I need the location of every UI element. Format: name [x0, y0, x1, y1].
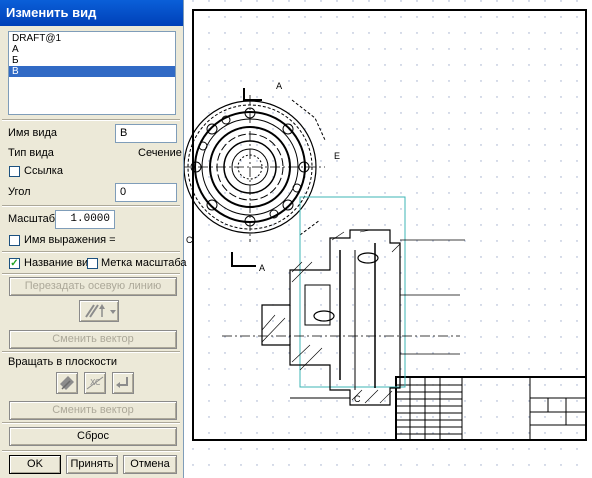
- vector-arrow-icon: [85, 304, 116, 318]
- divider: [2, 205, 180, 207]
- rotate-arrow-icon: [116, 377, 128, 388]
- redefine-axis-button[interactable]: Перезадать осевую линию: [9, 277, 177, 296]
- divider: [2, 273, 180, 275]
- vector-dropdown-button[interactable]: [79, 300, 119, 322]
- cancel-button[interactable]: Отмена: [123, 455, 177, 474]
- expression-name-label: Имя выражения =: [24, 234, 116, 246]
- view-name-label: Имя вида: [8, 127, 58, 139]
- divider: [2, 450, 180, 452]
- section-label-c-left: С: [186, 235, 193, 245]
- view-type-value: Сечение: [138, 147, 182, 159]
- section-label-a-bottom: А: [259, 263, 265, 273]
- change-vector-button-2[interactable]: Сменить вектор: [9, 401, 177, 420]
- change-view-dialog: Изменить вид DRAFT@1 А Б В Имя вида В Ти…: [0, 0, 187, 478]
- link-checkbox[interactable]: [9, 166, 20, 177]
- angle-label: Угол: [8, 186, 31, 198]
- reset-button[interactable]: Сброс: [9, 427, 177, 446]
- view-type-label: Тип вида: [8, 147, 54, 159]
- section-label-a-top: А: [276, 82, 283, 92]
- rotate-arrow-button[interactable]: [112, 372, 134, 394]
- section-label-c-bottom: С: [354, 394, 361, 404]
- section-label-e: Е: [334, 151, 340, 161]
- rotate-xc-button[interactable]: XC: [84, 372, 106, 394]
- divider: [2, 422, 180, 424]
- divider: [2, 119, 180, 121]
- scale-input[interactable]: 1.0000: [55, 210, 115, 229]
- change-vector-button[interactable]: Сменить вектор: [9, 330, 177, 349]
- view-name-checkbox[interactable]: ✓: [9, 258, 20, 269]
- divider: [2, 251, 180, 253]
- views-listbox[interactable]: DRAFT@1 А Б В: [8, 31, 176, 115]
- scale-label: Масштаб: [8, 213, 56, 225]
- view-name-input[interactable]: В: [115, 124, 177, 143]
- angle-input[interactable]: 0: [115, 183, 177, 202]
- rotate-in-plane-label: Вращать в плоскости: [8, 356, 118, 368]
- scale-mark-label: Метка масштаба: [101, 257, 187, 269]
- ok-button[interactable]: OK: [9, 455, 61, 474]
- plane-icon: [60, 376, 74, 390]
- dialog-title: Изменить вид: [0, 0, 183, 26]
- rotate-plane-button[interactable]: [56, 372, 78, 394]
- expression-name-checkbox[interactable]: [9, 235, 20, 246]
- divider: [2, 351, 180, 353]
- xc-axis-icon: XC: [86, 376, 104, 390]
- list-item[interactable]: Б: [9, 55, 175, 66]
- list-item-selected[interactable]: В: [9, 66, 175, 77]
- view-name-chk-label: Название вид: [24, 257, 95, 269]
- scale-mark-checkbox[interactable]: [87, 258, 98, 269]
- link-label: Ссылка: [24, 165, 63, 177]
- apply-button[interactable]: Принять: [66, 455, 118, 474]
- list-item[interactable]: DRAFT@1: [9, 33, 175, 44]
- list-item[interactable]: А: [9, 44, 175, 55]
